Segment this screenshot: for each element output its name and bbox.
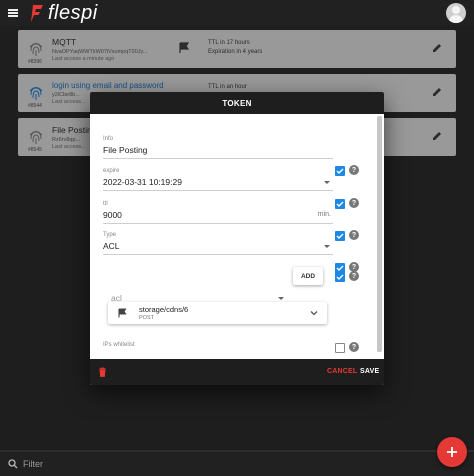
- search-icon: [8, 459, 18, 469]
- acl-checkbox[interactable]: [335, 272, 345, 282]
- ttl-unit: min.: [317, 211, 331, 218]
- save-button[interactable]: SAVE: [360, 368, 379, 375]
- filter-input[interactable]: [23, 459, 323, 469]
- token-dialog: TOKEN Info File Posting ? expire 2022-03…: [90, 92, 384, 385]
- chevron-down-icon[interactable]: [310, 309, 318, 317]
- expire-select[interactable]: 2022-03-31 10:19:29: [103, 177, 333, 191]
- ips-checkbox[interactable]: [335, 343, 345, 353]
- type-label: Type: [103, 232, 117, 238]
- flespi-logo-icon: [31, 5, 43, 22]
- type-value: ACL: [103, 241, 120, 251]
- help-icon[interactable]: ?: [349, 198, 359, 208]
- ips-label: IPs whitelist: [103, 342, 135, 348]
- scrollbar-thumb[interactable]: [377, 116, 382, 352]
- acl-add-button[interactable]: ADD: [293, 267, 323, 285]
- add-icon: [447, 447, 457, 457]
- info-label: Info: [103, 136, 114, 142]
- dialog-scrollbar[interactable]: [377, 114, 382, 358]
- check-icon: [336, 274, 344, 280]
- dialog-footer: CANCEL SAVE: [90, 359, 384, 385]
- type-field[interactable]: Type ACL: [103, 232, 333, 255]
- add-token-button[interactable]: [437, 437, 467, 467]
- logo[interactable]: flespi: [30, 2, 98, 25]
- ttl-input[interactable]: 9000 min.: [103, 210, 333, 224]
- ttl-checkbox[interactable]: [335, 231, 345, 241]
- ttl-field[interactable]: ttl 9000 min.: [103, 201, 333, 224]
- expire-field[interactable]: expire 2022-03-31 10:19:29: [103, 168, 333, 191]
- check-icon: [336, 265, 344, 271]
- expire-value: 2022-03-31 10:19:29: [103, 177, 182, 187]
- app-bar: flespi: [0, 0, 474, 26]
- acl-item[interactable]: storage/cdns/6 POST: [108, 302, 327, 324]
- flag-icon: [118, 308, 127, 318]
- avatar[interactable]: [446, 3, 466, 23]
- type-select[interactable]: ACL: [103, 241, 333, 255]
- chevron-down-icon: [324, 245, 330, 248]
- help-icon[interactable]: ?: [349, 230, 359, 240]
- info-value[interactable]: File Posting: [103, 145, 333, 159]
- expire-checkbox[interactable]: [335, 199, 345, 209]
- cancel-button[interactable]: CANCEL: [327, 368, 357, 375]
- menu-icon[interactable]: [0, 0, 26, 26]
- logo-text: flespi: [48, 1, 98, 24]
- chevron-down-icon: [278, 297, 284, 300]
- dialog-title: TOKEN: [90, 92, 384, 114]
- delete-icon[interactable]: [98, 367, 107, 377]
- info-checkbox[interactable]: [335, 166, 345, 176]
- dialog-body: Info File Posting ? expire 2022-03-31 10…: [90, 114, 384, 358]
- acl-method: POST: [139, 315, 154, 321]
- acl-topic: storage/cdns/6: [139, 305, 189, 314]
- filter-bar: [0, 452, 474, 476]
- expire-label: expire: [103, 168, 120, 174]
- ttl-value: 9000: [103, 210, 122, 220]
- help-icon[interactable]: ?: [349, 165, 359, 175]
- ttl-label: ttl: [103, 201, 108, 207]
- check-icon: [336, 168, 344, 174]
- help-icon[interactable]: ?: [349, 271, 359, 281]
- check-icon: [336, 201, 344, 207]
- ips-field[interactable]: IPs whitelist: [103, 342, 333, 348]
- info-field[interactable]: Info File Posting: [103, 136, 333, 159]
- chevron-down-icon: [324, 181, 330, 184]
- help-icon[interactable]: ?: [349, 342, 359, 352]
- check-icon: [336, 233, 344, 239]
